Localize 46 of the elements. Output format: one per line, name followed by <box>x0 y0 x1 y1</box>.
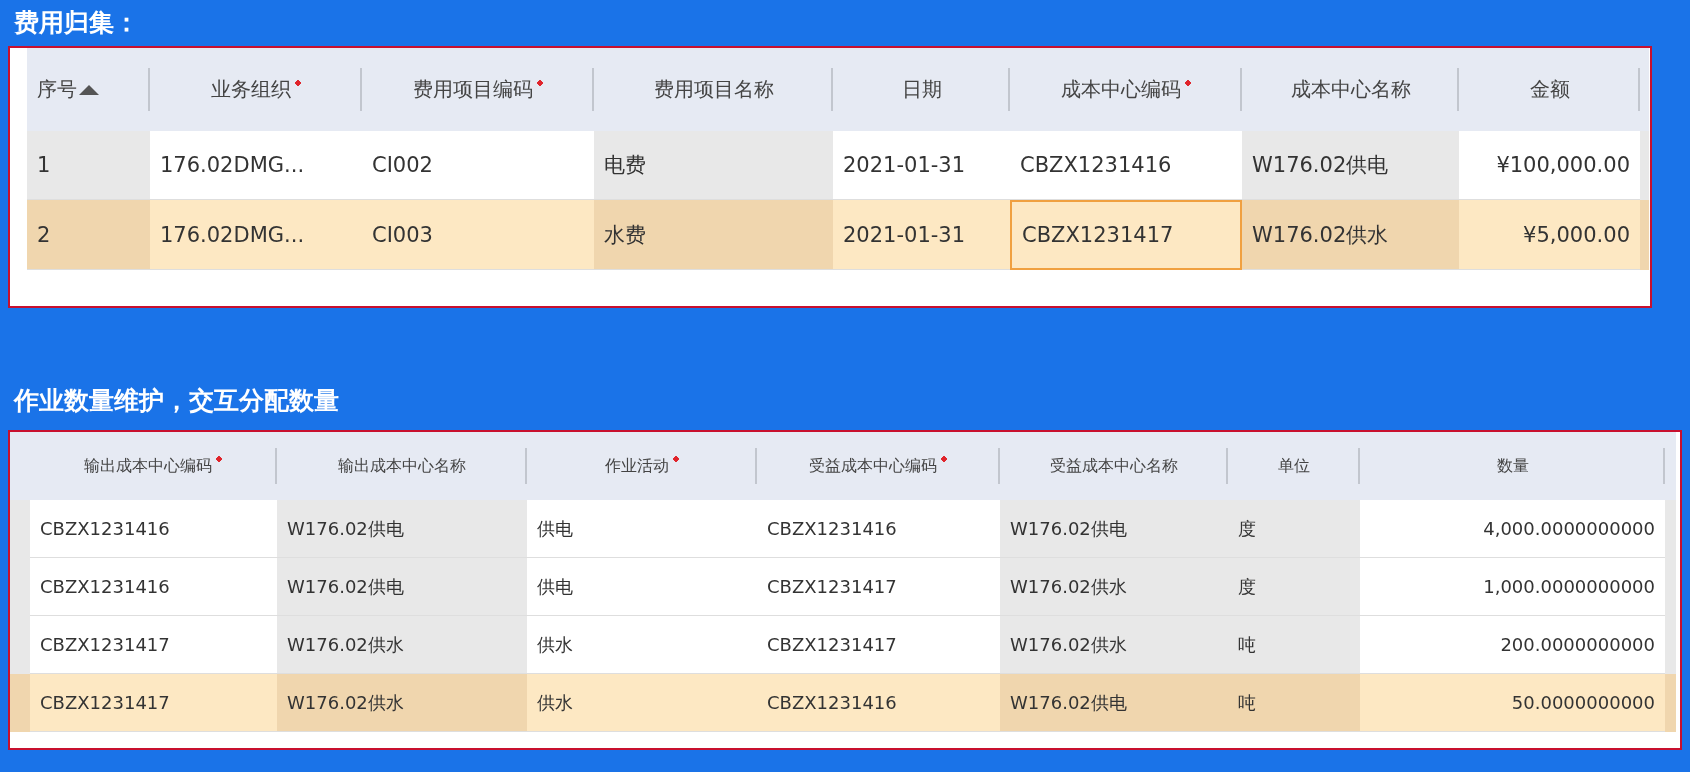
column-header[interactable]: 业务组织 <box>150 48 362 131</box>
column-header[interactable]: 作业活动 <box>527 432 757 500</box>
table-cell[interactable]: CBZX1231417 <box>30 674 277 732</box>
table-cell[interactable]: 1 <box>27 131 150 200</box>
table-cell[interactable]: 2 <box>27 200 150 270</box>
column-header[interactable]: 受益成本中心编码 <box>757 432 1000 500</box>
table-cell[interactable]: W176.02供电 <box>1000 500 1228 558</box>
table-cell[interactable]: W176.02供水 <box>1242 200 1459 270</box>
table-cell[interactable]: CBZX1231416 <box>757 674 1000 732</box>
table-cell[interactable]: W176.02供电 <box>277 500 527 558</box>
column-header[interactable]: 受益成本中心名称 <box>1000 432 1228 500</box>
table-cell[interactable]: W176.02供水 <box>1000 558 1228 616</box>
table-cell[interactable]: 吨 <box>1228 674 1360 732</box>
column-header[interactable]: 费用项目编码 <box>362 48 594 131</box>
table-cell[interactable]: 供水 <box>527 674 757 732</box>
table-cell[interactable]: W176.02供水 <box>277 674 527 732</box>
header-edge-cell <box>10 432 30 500</box>
table-cell[interactable]: W176.02供电 <box>1000 674 1228 732</box>
column-header[interactable]: 输出成本中心编码 <box>30 432 277 500</box>
table-cell[interactable]: 度 <box>1228 500 1360 558</box>
table-cell[interactable]: 水费 <box>594 200 833 270</box>
table-cell[interactable]: CBZX1231417 <box>1010 200 1242 270</box>
column-header[interactable]: 成本中心名称 <box>1242 48 1459 131</box>
column-header[interactable]: 成本中心编码 <box>1010 48 1242 131</box>
table-cell[interactable]: 176.02DMG... <box>150 200 362 270</box>
table-cell[interactable]: 电费 <box>594 131 833 200</box>
table-cell[interactable]: 50.0000000000 <box>1360 674 1665 732</box>
table-cell[interactable]: W176.02供水 <box>1000 616 1228 674</box>
column-header[interactable]: 金额 <box>1459 48 1640 131</box>
column-header[interactable]: 费用项目名称 <box>594 48 833 131</box>
column-header[interactable]: 数量 <box>1360 432 1665 500</box>
table-cell[interactable]: W176.02供电 <box>1242 131 1459 200</box>
table-cell[interactable]: W176.02供电 <box>277 558 527 616</box>
table-cell[interactable]: ¥5,000.00 <box>1459 200 1640 270</box>
section-title: 作业数量维护，交互分配数量 <box>12 385 340 417</box>
section-title: 费用归集： <box>13 7 140 39</box>
column-header[interactable]: 单位 <box>1228 432 1360 500</box>
column-header[interactable]: 序号 <box>27 48 150 131</box>
header-edge-cell <box>1665 432 1676 500</box>
table-cell[interactable]: 度 <box>1228 558 1360 616</box>
column-header[interactable]: 输出成本中心名称 <box>277 432 527 500</box>
table-cell[interactable]: W176.02供水 <box>277 616 527 674</box>
table-cell[interactable]: 吨 <box>1228 616 1360 674</box>
table-cell[interactable]: CI003 <box>362 200 594 270</box>
table-cell[interactable]: 2021-01-31 <box>833 200 1010 270</box>
column-header[interactable]: 日期 <box>833 48 1010 131</box>
